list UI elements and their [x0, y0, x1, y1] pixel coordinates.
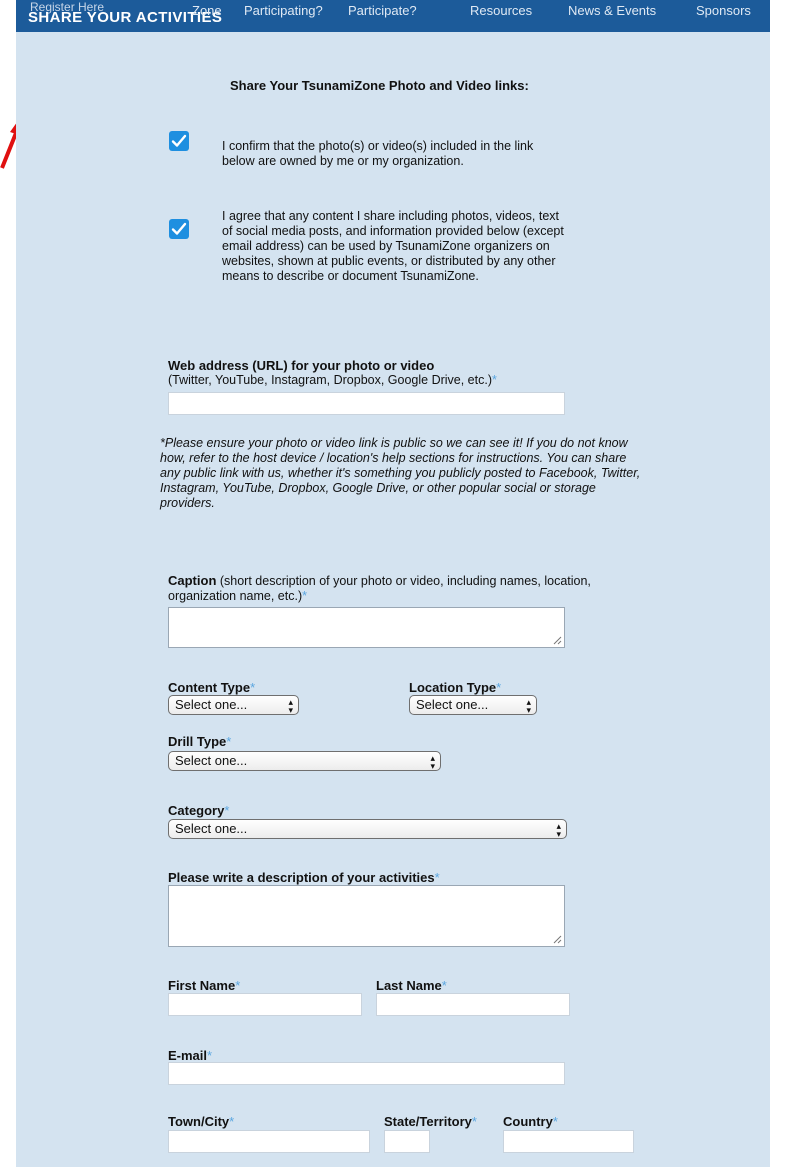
first-name-input[interactable]	[168, 993, 362, 1016]
resize-grip-icon[interactable]	[552, 934, 562, 944]
description-textarea[interactable]	[168, 885, 565, 947]
public-link-note: *Please ensure your photo or video link …	[160, 436, 641, 510]
description-label: Please write a description of your activ…	[168, 870, 440, 885]
country-label: Country*	[503, 1114, 558, 1129]
content-type-label: Content Type*	[168, 680, 256, 695]
nav-item-participate[interactable]: Participate?	[348, 3, 417, 18]
town-label: Town/City*	[168, 1114, 235, 1129]
confirm-ownership-checkbox[interactable]	[169, 131, 189, 151]
select-arrows-icon: ▴ ▾	[526, 697, 531, 715]
drill-type-label: Drill Type*	[168, 734, 232, 749]
confirm-ownership-text: I confirm that the photo(s) or video(s) …	[222, 139, 534, 168]
checkmark-icon	[171, 134, 187, 147]
state-input[interactable]	[384, 1130, 430, 1153]
last-name-input[interactable]	[376, 993, 570, 1016]
select-arrows-icon: ▴ ▾	[288, 697, 293, 715]
agree-usage-text: I agree that any content I share includi…	[222, 209, 564, 283]
caption-textarea[interactable]	[168, 607, 565, 648]
top-navbar: Register Here SHARE YOUR ACTIVITIES Zone…	[16, 0, 770, 32]
first-name-label: First Name*	[168, 978, 241, 993]
category-select[interactable]: Select one... ▴ ▾	[168, 819, 567, 839]
nav-item-sponsors[interactable]: Sponsors	[696, 3, 751, 18]
select-arrows-icon: ▴ ▾	[430, 753, 435, 771]
url-sublabel: (Twitter, YouTube, Instagram, Dropbox, G…	[168, 373, 497, 387]
email-label: E-mail*	[168, 1048, 213, 1063]
state-label: State/Territory*	[384, 1114, 477, 1129]
checkmark-icon	[171, 222, 187, 235]
nav-item-news-events[interactable]: News & Events	[568, 3, 656, 18]
location-type-select[interactable]: Select one... ▴ ▾	[409, 695, 537, 715]
url-label: Web address (URL) for your photo or vide…	[168, 358, 435, 373]
nav-item-participating[interactable]: Participating?	[244, 3, 323, 18]
nav-item-zone[interactable]: Zone	[192, 3, 222, 18]
town-input[interactable]	[168, 1130, 370, 1153]
last-name-label: Last Name*	[376, 978, 447, 993]
agree-usage-checkbox[interactable]	[169, 219, 189, 239]
drill-type-select[interactable]: Select one... ▴ ▾	[168, 751, 441, 771]
content-type-select[interactable]: Select one... ▴ ▾	[168, 695, 299, 715]
location-type-label: Location Type*	[409, 680, 502, 695]
form-page: Register Here SHARE YOUR ACTIVITIES Zone…	[16, 0, 770, 1167]
nav-item-resources[interactable]: Resources	[470, 3, 532, 18]
form-heading: Share Your TsunamiZone Photo and Video l…	[230, 78, 529, 93]
caption-label: Caption (short description of your photo…	[168, 573, 591, 603]
category-label: Category*	[168, 803, 230, 818]
email-input[interactable]	[168, 1062, 565, 1085]
country-input[interactable]	[503, 1130, 634, 1153]
select-arrows-icon: ▴ ▾	[556, 821, 561, 839]
url-input[interactable]	[168, 392, 565, 415]
resize-grip-icon[interactable]	[552, 635, 562, 645]
